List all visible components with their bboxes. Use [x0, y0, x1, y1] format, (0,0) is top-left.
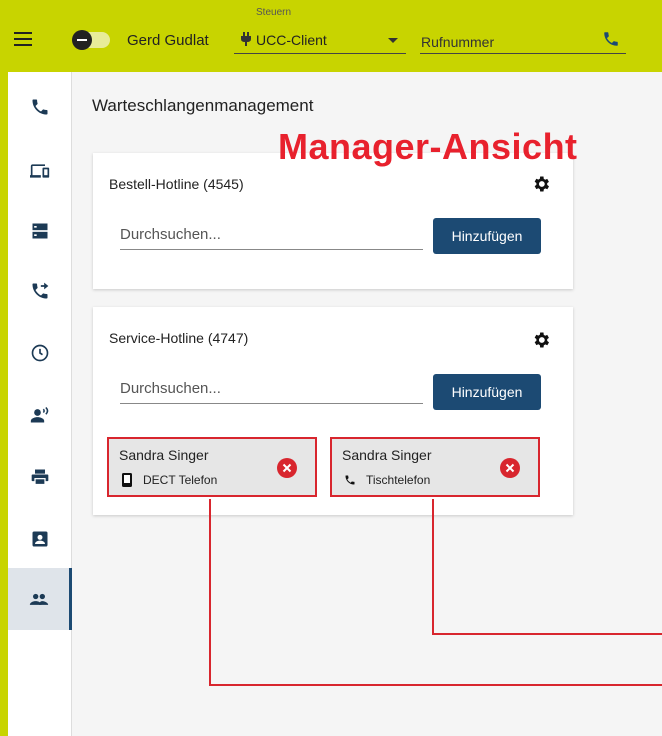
contact-card-icon — [32, 531, 48, 547]
add-button[interactable]: Hinzufügen — [433, 374, 541, 410]
sidebar-item-forwarding[interactable] — [8, 260, 72, 322]
top-bar: Gerd Gudlat Steuern UCC-Client — [0, 0, 662, 72]
remove-agent-icon[interactable] — [500, 458, 520, 478]
phone-forward-icon — [32, 282, 49, 299]
queue-title: Bestell-Hotline (4545) — [109, 176, 244, 192]
search-input[interactable] — [120, 220, 423, 250]
annotation-connector — [209, 499, 211, 685]
gear-icon[interactable] — [531, 174, 551, 194]
record-voice-icon — [30, 406, 49, 423]
dns-icon — [32, 223, 48, 239]
remove-agent-icon[interactable] — [277, 458, 297, 478]
status-toggle[interactable] — [72, 30, 110, 50]
client-value: UCC-Client — [256, 32, 327, 48]
annotation-connector — [209, 684, 662, 686]
menu-icon[interactable] — [14, 32, 32, 46]
sidebar-item-contacts[interactable] — [8, 508, 72, 570]
add-button[interactable]: Hinzufügen — [433, 218, 541, 254]
annotation-title: Manager-Ansicht — [278, 126, 578, 167]
sidebar-item-queues[interactable] — [8, 568, 72, 630]
sidebar-item-history[interactable] — [8, 322, 72, 384]
agent-chip[interactable]: Sandra Singer Tischtelefon — [330, 437, 540, 497]
page-title: Warteschlangenmanagement — [92, 96, 314, 115]
phone-number-input[interactable] — [420, 24, 626, 54]
desk-phone-icon — [345, 475, 355, 485]
agent-chip[interactable]: Sandra Singer DECT Telefon — [107, 437, 317, 497]
devices-icon — [30, 164, 50, 178]
sidebar-item-calls[interactable] — [8, 76, 72, 138]
sidebar — [8, 72, 72, 736]
agent-device: DECT Telefon — [143, 473, 218, 487]
queue-card: Bestell-Hotline (4545) Hinzufügen — [93, 153, 573, 289]
history-icon — [31, 344, 49, 362]
plug-icon — [241, 32, 251, 46]
gear-icon[interactable] — [531, 330, 551, 350]
search-input[interactable] — [120, 374, 423, 404]
people-icon — [29, 593, 48, 605]
mobile-phone-icon — [122, 473, 132, 487]
chevron-down-icon — [388, 38, 398, 43]
print-icon — [31, 469, 49, 486]
call-icon[interactable] — [602, 30, 620, 48]
control-label: Steuern — [256, 7, 292, 18]
sidebar-item-print[interactable] — [8, 446, 72, 508]
queue-title: Service-Hotline (4747) — [109, 330, 249, 346]
sidebar-item-devices[interactable] — [8, 140, 72, 202]
client-select[interactable]: UCC-Client — [234, 24, 406, 54]
annotation-connector — [432, 499, 434, 634]
user-name: Gerd Gudlat — [127, 32, 209, 49]
toggle-knob — [72, 30, 92, 50]
sidebar-item-voice[interactable] — [8, 384, 72, 446]
agent-device: Tischtelefon — [366, 473, 431, 487]
sidebar-accent — [0, 72, 8, 736]
annotation-connector — [432, 633, 662, 635]
phone-icon — [32, 99, 48, 115]
agent-name: Sandra Singer — [342, 447, 432, 463]
agent-name: Sandra Singer — [119, 447, 209, 463]
sidebar-item-servers[interactable] — [8, 200, 72, 262]
